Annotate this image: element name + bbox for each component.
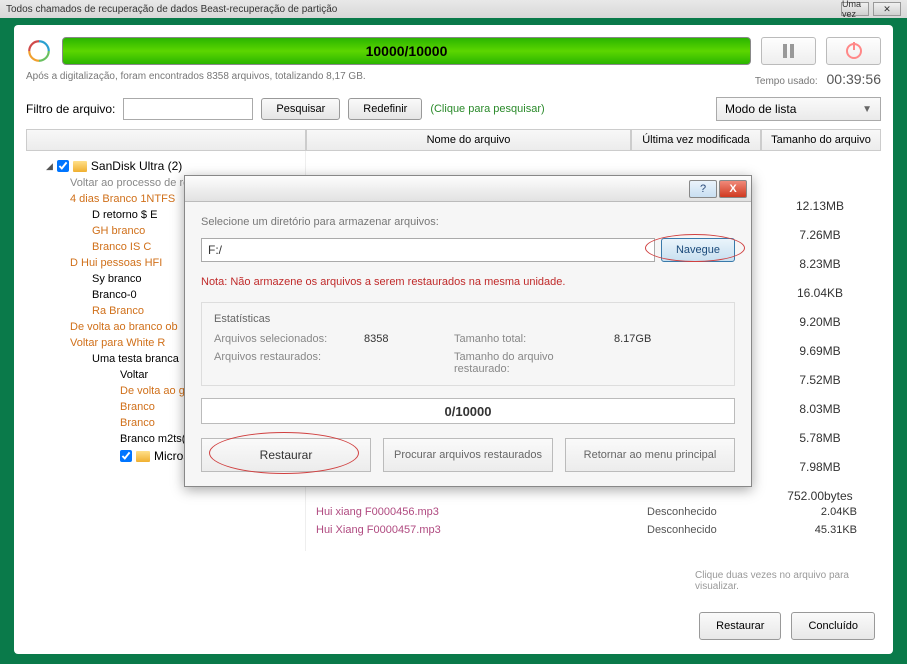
dialog-return-button[interactable]: Retornar ao menu principal bbox=[565, 438, 735, 472]
item-checkbox[interactable] bbox=[120, 450, 132, 462]
file-date: Desconhecido bbox=[647, 524, 777, 536]
power-icon bbox=[846, 43, 862, 59]
size-value: 752.00bytes bbox=[787, 489, 852, 503]
dialog-close-button[interactable]: X bbox=[719, 180, 747, 198]
reset-button[interactable]: Redefinir bbox=[348, 98, 422, 120]
col-size[interactable]: Tamanho do arquivo bbox=[761, 129, 881, 151]
list-item[interactable]: Hui xiang F0000456.mp3 Desconhecido 2.04… bbox=[306, 503, 881, 521]
statistics-panel: Estatísticas Arquivos selecionados: 8358… bbox=[201, 302, 735, 386]
dialog-restore-button[interactable]: Restaurar bbox=[201, 438, 371, 472]
size-column: 12.13MB 7.26MB 8.23MB 16.04KB 9.20MB 9.6… bbox=[765, 199, 875, 503]
file-name: Hui xiang F0000456.mp3 bbox=[310, 506, 647, 518]
restore-button[interactable]: Restaurar bbox=[699, 612, 781, 640]
spinner-icon bbox=[26, 38, 52, 64]
filter-input[interactable] bbox=[123, 98, 253, 120]
dialog-search-button[interactable]: Procurar arquivos restaurados bbox=[383, 438, 553, 472]
size-value: 16.04KB bbox=[797, 286, 843, 300]
col-name[interactable]: Nome do arquivo bbox=[306, 129, 631, 151]
doubleclick-hint: Clique duas vezes no arquivo para visual… bbox=[695, 570, 875, 592]
progress-text: 10000/10000 bbox=[366, 43, 448, 59]
warning-note: Nota: Não armazene os arquivos a serem r… bbox=[201, 276, 735, 288]
stat-label: Tamanho do arquivo restaurado: bbox=[454, 351, 604, 375]
size-value: 9.69MB bbox=[799, 344, 840, 358]
tree-root-label: SanDisk Ultra (2) bbox=[91, 159, 182, 173]
stat-value: 8.17GB bbox=[614, 333, 694, 345]
file-size: 2.04KB bbox=[777, 506, 877, 518]
restore-dialog: ? X Selecione um diretório para armazena… bbox=[184, 175, 752, 487]
pause-icon bbox=[783, 44, 794, 58]
chevron-down-icon: ▼ bbox=[862, 104, 872, 115]
folder-icon bbox=[73, 161, 87, 172]
file-size: 45.31KB bbox=[777, 524, 877, 536]
size-value: 5.78MB bbox=[799, 431, 840, 445]
stat-label: Tamanho total: bbox=[454, 333, 604, 345]
tree-header bbox=[26, 129, 306, 151]
minimize-button[interactable]: Uma vez bbox=[841, 2, 869, 16]
file-date: Desconhecido bbox=[647, 506, 777, 518]
search-hint: (Clique para pesquisar) bbox=[430, 103, 544, 115]
window-title: Todos chamados de recuperação de dados B… bbox=[6, 4, 337, 15]
scan-summary: Após a digitalização, foram encontrados … bbox=[26, 71, 366, 87]
stat-label: Arquivos selecionados: bbox=[214, 333, 354, 345]
done-button[interactable]: Concluído bbox=[791, 612, 875, 640]
stats-title: Estatísticas bbox=[214, 313, 722, 325]
size-value: 7.26MB bbox=[799, 228, 840, 242]
path-input[interactable] bbox=[201, 238, 655, 262]
scan-progress-bar: 10000/10000 bbox=[62, 37, 751, 65]
size-value: 8.03MB bbox=[799, 402, 840, 416]
dialog-titlebar: ? X bbox=[185, 176, 751, 202]
filter-label: Filtro de arquivo: bbox=[26, 102, 115, 116]
size-value: 7.52MB bbox=[799, 373, 840, 387]
view-mode-select[interactable]: Modo de lista ▼ bbox=[716, 97, 881, 121]
size-value: 8.23MB bbox=[799, 257, 840, 271]
collapse-icon[interactable]: ◢ bbox=[46, 161, 53, 172]
time-used: Tempo usado: 00:39:56 bbox=[755, 71, 881, 87]
folder-icon bbox=[136, 451, 150, 462]
size-value: 7.98MB bbox=[799, 460, 840, 474]
size-value: 12.13MB bbox=[796, 199, 844, 213]
browse-button[interactable]: Navegue bbox=[661, 238, 735, 262]
main-panel: 10000/10000 Após a digitalização, foram … bbox=[14, 25, 893, 654]
restore-progress: 0/10000 bbox=[201, 398, 735, 424]
title-bar: Todos chamados de recuperação de dados B… bbox=[0, 0, 907, 18]
stat-value: 8358 bbox=[364, 333, 444, 345]
stop-button[interactable] bbox=[826, 37, 881, 65]
root-checkbox[interactable] bbox=[57, 160, 69, 172]
stat-label: Arquivos restaurados: bbox=[214, 351, 354, 375]
dialog-prompt: Selecione um diretório para armazenar ar… bbox=[201, 216, 735, 228]
list-item[interactable]: Hui Xiang F0000457.mp3 Desconhecido 45.3… bbox=[306, 521, 881, 539]
search-button[interactable]: Pesquisar bbox=[261, 98, 340, 120]
file-name: Hui Xiang F0000457.mp3 bbox=[310, 524, 647, 536]
close-window-button[interactable]: ✕ bbox=[873, 2, 901, 16]
size-value: 9.20MB bbox=[799, 315, 840, 329]
column-headers: Nome do arquivo Última vez modificada Ta… bbox=[26, 129, 881, 151]
dialog-help-button[interactable]: ? bbox=[689, 180, 717, 198]
pause-button[interactable] bbox=[761, 37, 816, 65]
time-value: 00:39:56 bbox=[827, 71, 882, 87]
col-date[interactable]: Última vez modificada bbox=[631, 129, 761, 151]
